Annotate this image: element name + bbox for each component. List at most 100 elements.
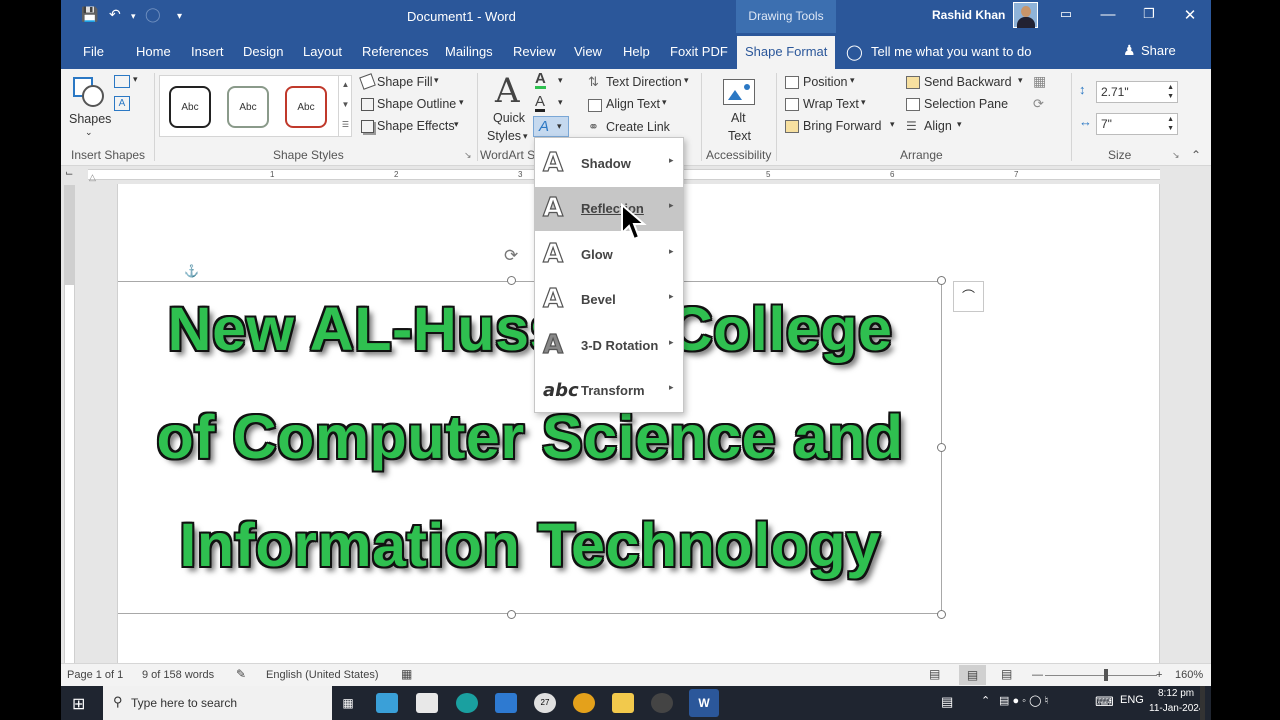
chevron-down-icon[interactable]: ▾: [662, 97, 667, 108]
create-link-button[interactable]: Create Link: [606, 120, 670, 134]
quick-styles-label-2[interactable]: Styles: [487, 129, 521, 143]
zoom-slider[interactable]: [1045, 675, 1157, 676]
chevron-down-icon[interactable]: ▾: [459, 97, 464, 108]
style-option[interactable]: Abc: [285, 86, 327, 128]
menu-item-glow[interactable]: A Glow ▸: [535, 233, 683, 277]
resize-handle[interactable]: [507, 610, 516, 619]
text-outline-icon[interactable]: A: [535, 94, 546, 112]
wordart-line[interactable]: Information Technology: [118, 510, 942, 580]
tray-icons[interactable]: ▤ ● ◦ ◯ ♮: [999, 694, 1048, 707]
tell-me-search[interactable]: Tell me what you want to do: [871, 44, 1031, 59]
shape-width-input[interactable]: 7" ▲ ▼: [1096, 113, 1178, 135]
align-button[interactable]: Align: [924, 119, 952, 133]
tab-layout[interactable]: Layout: [303, 44, 342, 59]
tab-foxit-pdf[interactable]: Foxit PDF: [670, 44, 728, 59]
show-desktop-button[interactable]: [1200, 686, 1205, 720]
wordart-line[interactable]: of Computer Science and: [118, 402, 942, 472]
language-status[interactable]: English (United States): [266, 669, 379, 681]
shape-effects-button[interactable]: Shape Effects: [377, 119, 455, 133]
indent-marker-icon[interactable]: △: [89, 172, 96, 183]
alt-text-icon[interactable]: [723, 79, 755, 105]
rotate-handle-icon[interactable]: ⟳: [504, 246, 518, 266]
quick-styles-label[interactable]: Quick: [493, 111, 525, 125]
word-count[interactable]: 9 of 158 words: [142, 669, 214, 681]
zoom-level[interactable]: 160%: [1175, 669, 1203, 681]
keyboard-icon[interactable]: ⌨: [1095, 694, 1114, 710]
store-icon[interactable]: [416, 693, 438, 713]
avatar[interactable]: [1013, 2, 1038, 28]
app-icon[interactable]: [651, 693, 673, 713]
app-icon[interactable]: [376, 693, 398, 713]
chevron-down-icon[interactable]: ▾: [957, 119, 962, 130]
menu-item-bevel[interactable]: A Bevel ▸: [535, 278, 683, 322]
share-button[interactable]: Share: [1141, 43, 1176, 58]
text-fill-icon[interactable]: A: [535, 71, 546, 89]
zoom-slider-thumb[interactable]: [1104, 669, 1108, 681]
chevron-down-icon[interactable]: ▾: [454, 119, 459, 130]
quick-styles-icon[interactable]: A: [495, 71, 520, 111]
tab-view[interactable]: View: [574, 44, 602, 59]
group-objects-icon[interactable]: ▦: [1033, 73, 1046, 90]
wordart-text-box[interactable]: New AL-Huss College of Computer Science …: [118, 281, 942, 614]
accessibility-icon[interactable]: ▦: [401, 667, 412, 681]
tray-app-icon[interactable]: ▤: [941, 694, 953, 710]
chevron-down-icon[interactable]: ▾: [890, 119, 895, 130]
tab-mailings[interactable]: Mailings: [445, 44, 493, 59]
shape-height-input[interactable]: 2.71" ▲ ▼: [1096, 81, 1178, 103]
selection-pane-button[interactable]: Selection Pane: [924, 97, 1008, 111]
tab-file[interactable]: File: [83, 44, 104, 59]
edit-shape-icon[interactable]: [114, 75, 130, 88]
undo-icon[interactable]: ↶: [109, 6, 121, 23]
user-name[interactable]: Rashid Khan: [932, 8, 1005, 22]
chevron-down-icon[interactable]: ▾: [1018, 75, 1023, 86]
clock-date[interactable]: 11-Jan-2024: [1149, 703, 1204, 714]
ribbon-display-options-icon[interactable]: ▭: [1056, 6, 1076, 22]
edge-icon[interactable]: [456, 693, 478, 713]
edit-shape-dropdown-icon[interactable]: ▾: [133, 74, 138, 85]
proofing-icon[interactable]: ✎: [236, 667, 246, 681]
chevron-down-icon[interactable]: ▾: [861, 97, 866, 108]
send-backward-button[interactable]: Send Backward: [924, 75, 1012, 89]
text-effects-button[interactable]: A ▾: [533, 116, 569, 137]
wrap-text-button[interactable]: Wrap Text: [803, 97, 859, 111]
tab-home[interactable]: Home: [136, 44, 171, 59]
zoom-out-icon[interactable]: —: [1032, 669, 1043, 681]
text-box-icon[interactable]: A: [114, 96, 130, 111]
minimize-icon[interactable]: —: [1098, 6, 1118, 23]
resize-handle[interactable]: [937, 610, 946, 619]
taskbar-search[interactable]: ⚲ Type here to search: [103, 686, 332, 720]
style-option[interactable]: Abc: [227, 86, 269, 128]
align-text-button[interactable]: Align Text: [606, 97, 660, 111]
menu-item-transform[interactable]: abc Transform ▸: [535, 369, 683, 413]
scroll-down-icon[interactable]: ▼: [339, 95, 352, 115]
rotate-objects-icon[interactable]: ⟳: [1033, 96, 1044, 112]
tab-insert[interactable]: Insert: [191, 44, 224, 59]
word-taskbar-icon[interactable]: W: [689, 689, 719, 717]
alt-text-label-2[interactable]: Text: [728, 129, 751, 143]
show-hidden-icons[interactable]: ⌃: [981, 694, 990, 707]
position-button[interactable]: Position: [803, 75, 847, 89]
read-mode-icon[interactable]: ▤: [929, 667, 940, 681]
resize-handle[interactable]: [937, 276, 946, 285]
file-explorer-icon[interactable]: [612, 693, 634, 713]
chat-badge-icon[interactable]: 27: [534, 693, 556, 713]
spinner-icon[interactable]: ▲ ▼: [1167, 115, 1174, 133]
undo-dropdown-icon[interactable]: ▾: [131, 11, 136, 22]
alt-text-label[interactable]: Alt: [731, 111, 746, 125]
dialog-launcher-icon[interactable]: ↘: [1172, 150, 1180, 161]
restore-icon[interactable]: ❐: [1139, 6, 1159, 22]
tab-selector-icon[interactable]: ⌙: [65, 168, 73, 179]
task-view-icon[interactable]: ▦: [337, 693, 359, 713]
zoom-in-icon[interactable]: +: [1156, 669, 1162, 681]
page-count[interactable]: Page 1 of 1: [67, 669, 123, 681]
gallery-scroll[interactable]: ▲ ▼ ☰: [338, 75, 352, 137]
customize-toolbar-icon[interactable]: ▾: [177, 11, 182, 22]
chevron-down-icon[interactable]: ▾: [434, 75, 439, 86]
collapse-ribbon-icon[interactable]: ⌃: [1191, 148, 1201, 162]
tab-design[interactable]: Design: [243, 44, 283, 59]
shapes-button[interactable]: Shapes ⌄: [67, 73, 111, 139]
save-icon[interactable]: 💾: [81, 6, 98, 23]
chevron-down-icon[interactable]: ▾: [684, 75, 689, 86]
chrome-icon[interactable]: [573, 693, 595, 713]
windows-start-icon[interactable]: ⊞: [72, 694, 85, 714]
